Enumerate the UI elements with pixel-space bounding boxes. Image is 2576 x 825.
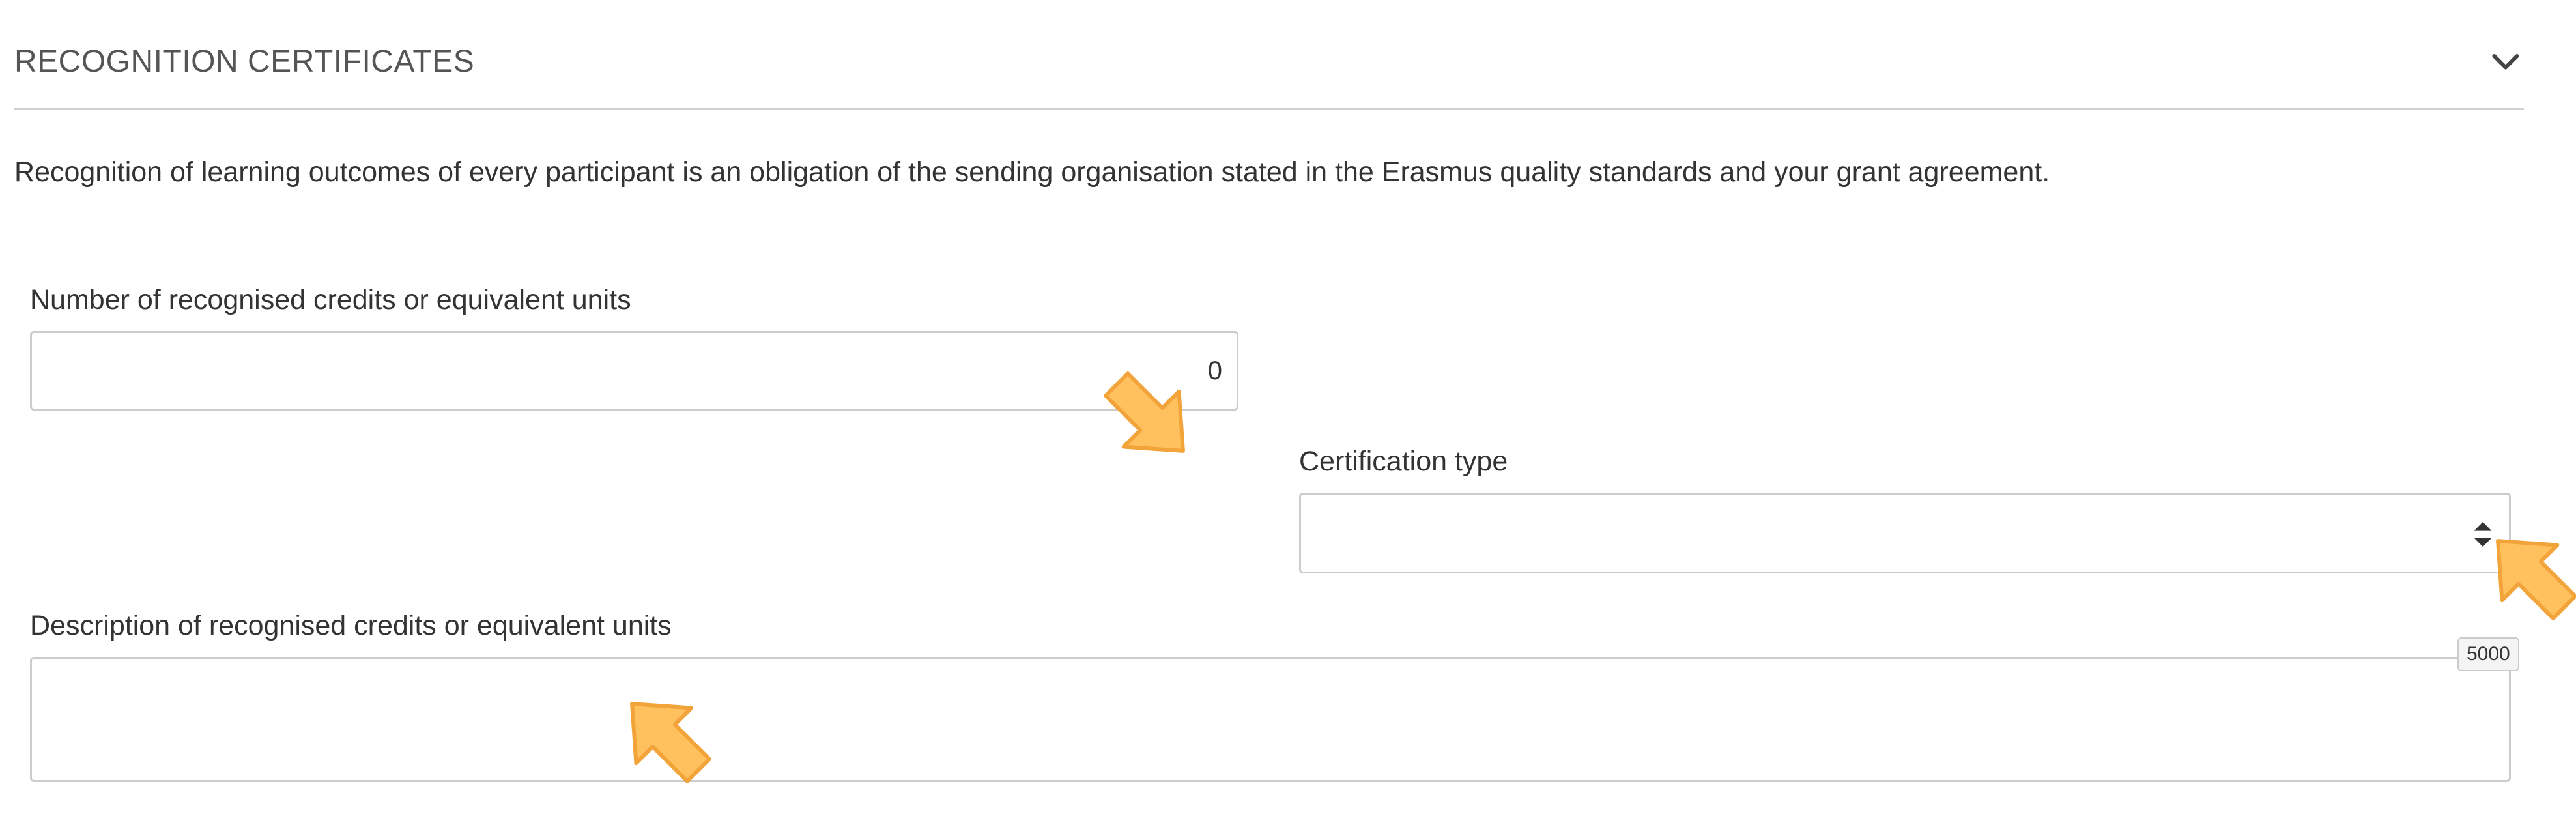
certification-type-select[interactable] — [1299, 493, 2511, 573]
intro-text: Recognition of learning outcomes of ever… — [14, 156, 2050, 188]
credits-label: Number of recognised credits or equivale… — [30, 284, 631, 315]
description-label: Description of recognised credits or equ… — [30, 610, 672, 641]
chevron-down-icon[interactable] — [2486, 43, 2525, 82]
section-divider — [14, 108, 2524, 110]
description-textarea[interactable] — [30, 657, 2511, 782]
character-counter: 5000 — [2457, 637, 2519, 671]
orange-arrow-pointer-icon — [1104, 371, 1185, 453]
certification-type-label: Certification type — [1299, 446, 1508, 477]
orange-arrow-pointer-icon — [2496, 539, 2576, 620]
section-title: RECOGNITION CERTIFICATES — [14, 44, 475, 79]
credits-input[interactable] — [30, 331, 1238, 411]
orange-arrow-pointer-icon — [630, 702, 711, 783]
